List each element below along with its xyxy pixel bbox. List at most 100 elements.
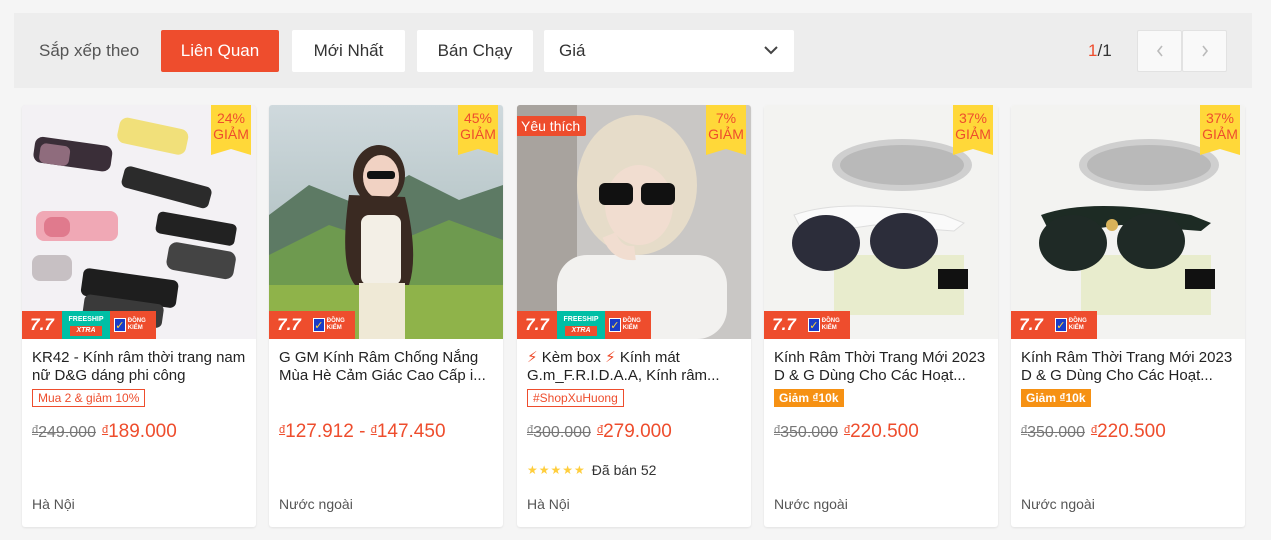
discount-badge: 45% GIẢM	[458, 105, 498, 155]
check-icon: ✓	[313, 318, 325, 332]
price-select-label: Giá	[559, 41, 586, 60]
sale-price: 220.500	[850, 421, 919, 442]
dong-kiem-label: ĐỒNG KIỂM	[622, 318, 641, 331]
price-block: đ300.000 đ279.000	[527, 421, 672, 443]
hashtag-tag: #ShopXuHuong	[527, 389, 624, 407]
location: Nước ngoài	[279, 496, 353, 512]
check-icon: ✓	[1055, 318, 1067, 332]
star-rating-icon: ★★★★★	[527, 463, 586, 477]
discount-word: GIẢM	[460, 126, 496, 142]
dong-kiem-label: ĐỒNG KIỂM	[821, 318, 840, 331]
location: Hà Nội	[527, 496, 570, 512]
sale-price: 279.000	[603, 421, 672, 442]
product-title[interactable]: Kính Râm Thời Trang Mới 2023 D & G Dùng …	[774, 349, 988, 385]
promo-tag: Mua 2 & giảm 10%	[32, 389, 146, 407]
price-high: 147.450	[376, 421, 446, 442]
product-image[interactable]: 37% GIẢM 7.7 ✓ ĐỒNG KIỂM	[1011, 105, 1245, 339]
product-image[interactable]: 24% GIẢM 7.7 FREESHIP XTRA ✓ ĐỒNG KIỂM	[22, 105, 256, 339]
discount-word: GIẢM	[1202, 126, 1238, 142]
sort-bar: Sắp xếp theo Liên Quan Mới Nhất Bán Chạy…	[14, 13, 1252, 88]
dong-kiem-badge: ✓ ĐỒNG KIỂM	[804, 311, 850, 339]
promo-77-label: 7.7	[1011, 311, 1051, 339]
price-block: đ127.912 - đ147.450	[279, 421, 446, 443]
favorite-badge: Yêu thích	[517, 116, 587, 136]
discount-word: GIẢM	[213, 126, 249, 142]
location: Nước ngoài	[1021, 496, 1095, 512]
dong-kiem-badge: ✓ ĐỒNG KIỂM	[110, 311, 156, 339]
promo-strip: 7.7 FREESHIP XTRA ✓ ĐỒNG KIỂM	[22, 311, 156, 339]
product-card[interactable]: 24% GIẢM 7.7 FREESHIP XTRA ✓ ĐỒNG KIỂM KR42…	[22, 105, 256, 527]
original-price: đ350.000	[774, 424, 838, 441]
lightning-icon: ⚡	[605, 349, 616, 366]
rating-row: ★★★★★ Đã bán 52	[527, 462, 656, 478]
original-price: đ300.000	[527, 424, 591, 441]
lightning-icon: ⚡	[527, 349, 538, 366]
check-icon: ✓	[609, 318, 621, 332]
sort-price-select[interactable]: Giá	[544, 30, 794, 72]
page-total: /1	[1097, 41, 1112, 60]
freeship-xtra-badge: FREESHIP XTRA	[557, 311, 605, 339]
product-image[interactable]: 37% GIẢM 7.7 ✓ ĐỒNG KIỂM	[764, 105, 998, 339]
voucher-tag: Giảm ₫10k	[1021, 389, 1091, 407]
sort-bestselling-button[interactable]: Bán Chạy	[417, 30, 533, 72]
discount-pct: 37%	[958, 110, 988, 126]
discount-word: GIẢM	[708, 126, 744, 142]
price-sep: -	[359, 421, 366, 442]
discount-pct: 45%	[463, 110, 493, 126]
product-card[interactable]: 45% GIẢM 7.7 ✓ ĐỒNG KIỂM G GM Kính Râm Chố…	[269, 105, 503, 527]
promo-77-label: 7.7	[22, 311, 62, 339]
freeship-sub: XTRA	[70, 326, 102, 336]
promo-77-label: 7.7	[269, 311, 309, 339]
price-block: đ350.000 đ220.500	[774, 421, 919, 443]
discount-pct: 7%	[715, 110, 737, 126]
sort-relevance-button[interactable]: Liên Quan	[161, 30, 279, 72]
promo-strip: 7.7 ✓ ĐỒNG KIỂM	[764, 311, 850, 339]
price-block: đ350.000 đ220.500	[1021, 421, 1166, 443]
discount-badge: 7% GIẢM	[706, 105, 746, 155]
freeship-sub: XTRA	[565, 326, 597, 336]
product-card[interactable]: 37% GIẢM 7.7 ✓ ĐỒNG KIỂM Kính Râm Thời Tra…	[1011, 105, 1245, 527]
discount-word: GIẢM	[955, 126, 991, 142]
sort-label: Sắp xếp theo	[39, 41, 140, 60]
sale-price: 220.500	[1097, 421, 1166, 442]
product-title[interactable]: KR42 - Kính râm thời trang nam nữ D&G dá…	[32, 349, 246, 385]
original-price: đ350.000	[1021, 424, 1085, 441]
title-part: Kèm box	[541, 349, 601, 366]
promo-77-label: 7.7	[517, 311, 557, 339]
original-price-value: 300.000	[533, 424, 591, 441]
product-image[interactable]: 45% GIẢM 7.7 ✓ ĐỒNG KIỂM	[269, 105, 503, 339]
product-image[interactable]: Yêu thích 7% GIẢM 7.7 FREESHIP XTRA ✓ ĐỒNG …	[517, 105, 751, 339]
product-title[interactable]: ⚡ Kèm box ⚡ Kính mát G.m_F.R.I.D.A.A, Kí…	[527, 349, 741, 385]
dong-kiem-badge: ✓ ĐỒNG KIỂM	[1051, 311, 1097, 339]
promo-strip: 7.7 ✓ ĐỒNG KIỂM	[1011, 311, 1097, 339]
next-page-button[interactable]	[1182, 30, 1227, 72]
discount-badge: 37% GIẢM	[1200, 105, 1240, 155]
location: Hà Nội	[32, 496, 75, 512]
promo-strip: 7.7 FREESHIP XTRA ✓ ĐỒNG KIỂM	[517, 311, 651, 339]
product-card[interactable]: 37% GIẢM 7.7 ✓ ĐỒNG KIỂM Kính Râm Thời Tra…	[764, 105, 998, 527]
location: Nước ngoài	[774, 496, 848, 512]
freeship-label: FREESHIP	[68, 316, 104, 323]
price-block: đ249.000 đ189.000	[32, 421, 177, 443]
prev-page-button[interactable]	[1137, 30, 1182, 72]
promo-77-label: 7.7	[764, 311, 804, 339]
page-indicator: 1/1	[1088, 41, 1112, 61]
price-low: 127.912	[285, 421, 354, 442]
original-price-value: 350.000	[1027, 424, 1085, 441]
sort-newest-button[interactable]: Mới Nhất	[292, 30, 405, 72]
dong-kiem-label: ĐỒNG KIỂM	[127, 318, 146, 331]
chevron-down-icon	[764, 46, 778, 55]
product-title[interactable]: Kính Râm Thời Trang Mới 2023 D & G Dùng …	[1021, 349, 1235, 385]
voucher-tag: Giảm ₫10k	[774, 389, 844, 407]
freeship-label: FREESHIP	[563, 316, 599, 323]
product-card[interactable]: Yêu thích 7% GIẢM 7.7 FREESHIP XTRA ✓ ĐỒNG …	[517, 105, 751, 527]
discount-pct: 37%	[1205, 110, 1235, 126]
product-title[interactable]: G GM Kính Râm Chống Nắng Mùa Hè Cảm Giác…	[279, 349, 493, 385]
original-price: đ249.000	[32, 424, 96, 441]
check-icon: ✓	[808, 318, 820, 332]
sold-count: Đã bán 52	[591, 462, 657, 478]
promo-strip: 7.7 ✓ ĐỒNG KIỂM	[269, 311, 355, 339]
discount-pct: 24%	[216, 110, 246, 126]
dong-kiem-label: ĐỒNG KIỂM	[326, 318, 345, 331]
dong-kiem-badge: ✓ ĐỒNG KIỂM	[309, 311, 355, 339]
